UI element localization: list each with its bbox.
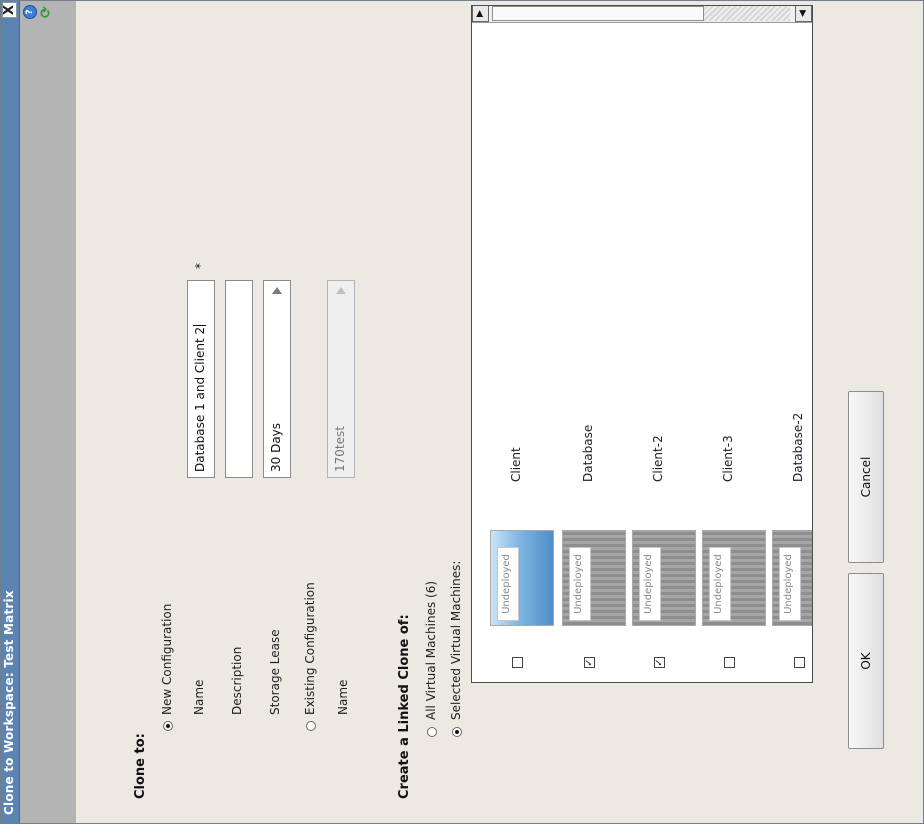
title-bar: Clone to Workspace: Test Matrix X	[1, 1, 20, 823]
description-input[interactable]	[225, 280, 253, 478]
scroll-back-button[interactable]: ◀	[795, 5, 812, 22]
dropdown-arrow-icon	[272, 287, 282, 294]
storage-lease-select[interactable]: 30 Days	[263, 280, 291, 478]
vm-thumbnail: Undeployed	[772, 530, 813, 626]
new-configuration-label: New Configuration	[160, 603, 174, 715]
vm-row: ✓ Undeployed Client-2	[628, 6, 700, 682]
clone-to-heading: Clone to:	[133, 733, 148, 799]
ok-button[interactable]: OK	[848, 573, 884, 749]
existing-configuration-radio[interactable]	[306, 721, 316, 731]
vm-checkbox[interactable]: ✓	[654, 657, 665, 668]
vm-status-badge: Undeployed	[709, 547, 731, 621]
existing-configuration-value: 170test	[333, 426, 347, 472]
vm-checkbox[interactable]	[794, 657, 805, 668]
vm-name: Client-2	[651, 435, 665, 482]
vm-thumbnail: Undeployed	[632, 530, 696, 626]
description-label: Description	[230, 646, 244, 715]
name-input-value: Database 1 and Client 2	[193, 326, 207, 472]
scroll-forward-button[interactable]: ▶	[472, 5, 489, 22]
all-vms-label: All Virtual Machines (6)	[424, 580, 438, 720]
vm-thumbnail: Undeployed	[562, 530, 626, 626]
vm-name: Client	[509, 447, 523, 482]
vm-name: Database-2	[791, 412, 805, 482]
vm-status-badge: Undeployed	[779, 547, 801, 621]
close-button[interactable]: X	[2, 2, 17, 18]
vm-status-badge: Undeployed	[497, 547, 519, 621]
selected-vms-radio[interactable]	[452, 727, 462, 737]
vm-list-panel: Undeployed Client ✓ Undeployed Database …	[471, 5, 813, 683]
vm-status-badge: Undeployed	[569, 547, 591, 621]
help-icon[interactable]: ?	[23, 5, 37, 19]
storage-lease-label: Storage Lease	[268, 629, 282, 715]
dropdown-arrow-icon	[336, 287, 346, 294]
existing-configuration-label: Existing Configuration	[303, 582, 317, 715]
existing-name-label: Name	[336, 679, 350, 715]
new-configuration-radio[interactable]	[163, 721, 173, 731]
scrollbar-thumb[interactable]	[492, 6, 704, 21]
existing-configuration-select[interactable]: 170test	[327, 280, 355, 478]
refresh-icon[interactable]: ⟳	[38, 5, 54, 19]
storage-lease-value: 30 Days	[269, 422, 283, 472]
name-label: Name	[192, 679, 206, 715]
vm-row: Undeployed Database-2	[768, 6, 813, 682]
vm-thumbnail: Undeployed	[702, 530, 766, 626]
screen: Clone to Workspace: Test Matrix X ? ⟳ Cl…	[0, 0, 924, 824]
vm-checkbox[interactable]	[724, 657, 735, 668]
toolbar-strip: ? ⟳	[20, 1, 76, 823]
vm-row: Undeployed Client	[486, 6, 558, 682]
vm-status-badge: Undeployed	[639, 547, 661, 621]
all-vms-radio[interactable]	[427, 727, 437, 737]
scrollbar-track[interactable]	[704, 6, 790, 21]
linked-clone-heading: Create a Linked Clone of:	[397, 614, 412, 799]
required-marker: *	[193, 263, 207, 269]
vm-list-scrollbar[interactable]: ▶ ◀	[472, 5, 812, 23]
dialog-title: Clone to Workspace: Test Matrix	[2, 590, 16, 815]
name-input[interactable]: Database 1 and Client 2	[187, 280, 215, 478]
vm-checkbox[interactable]: ✓	[584, 657, 595, 668]
vm-name: Client-3	[721, 435, 735, 482]
vm-row: Undeployed Client-3	[698, 6, 770, 682]
vm-checkbox[interactable]	[512, 657, 523, 668]
selected-vms-label: Selected Virtual Machines:	[449, 560, 463, 720]
vm-name: Database	[581, 424, 595, 482]
vm-thumbnail: Undeployed	[490, 530, 554, 626]
clone-to-workspace-dialog: Clone to Workspace: Test Matrix X ? ⟳ Cl…	[0, 0, 924, 824]
vm-row: ✓ Undeployed Database	[558, 6, 630, 682]
cancel-button[interactable]: Cancel	[848, 391, 884, 563]
text-caret	[193, 324, 206, 326]
